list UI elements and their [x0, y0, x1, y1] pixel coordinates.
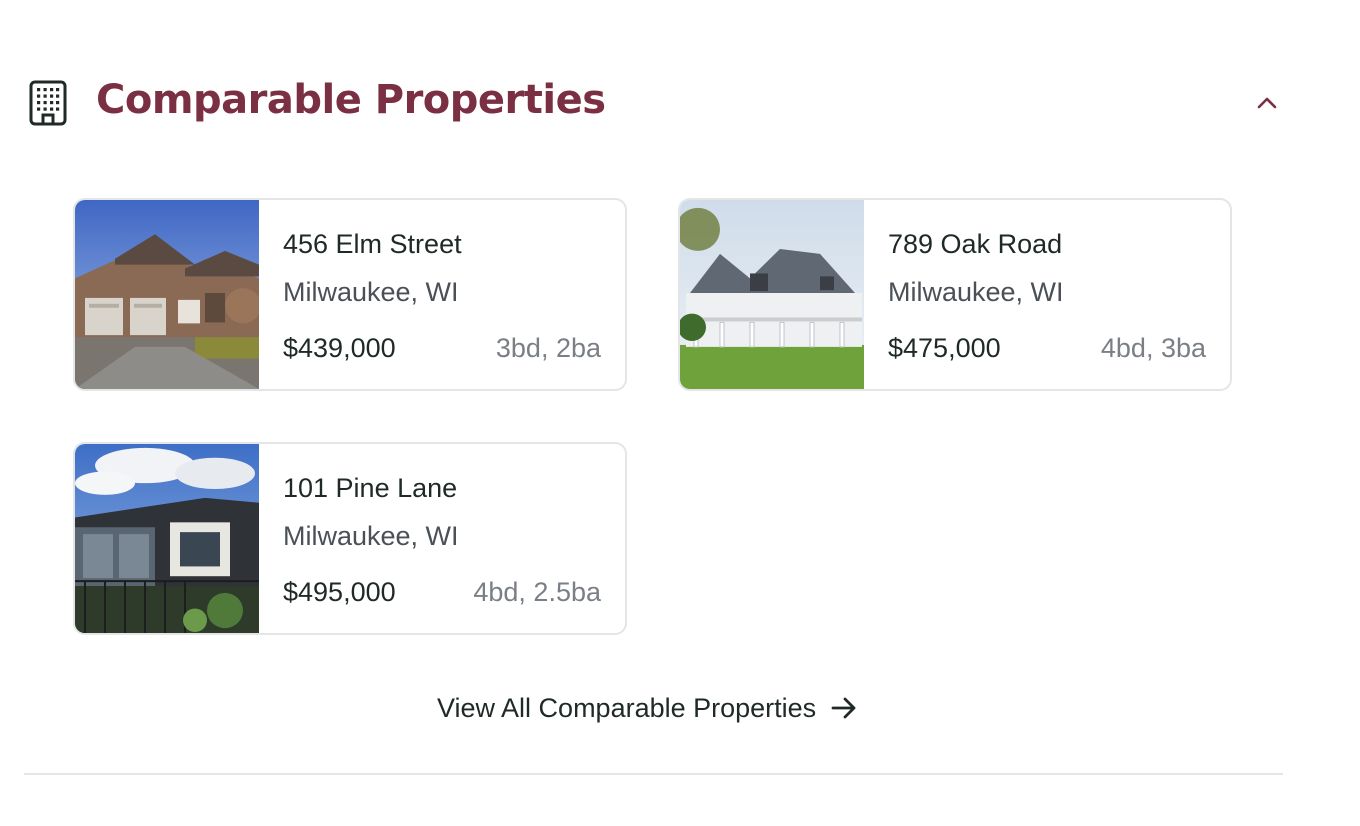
- section-divider: [24, 773, 1283, 775]
- property-beds-baths: 3bd, 2ba: [495, 333, 601, 363]
- chevron-up-icon: [1257, 97, 1277, 109]
- property-city: Milwaukee, WI: [888, 277, 1064, 307]
- property-price: $439,000: [283, 333, 396, 363]
- property-city: Milwaukee, WI: [283, 277, 459, 307]
- section-title: Comparable Properties: [96, 77, 606, 123]
- property-address: 789 Oak Road: [888, 229, 1063, 259]
- property-address: 456 Elm Street: [283, 229, 462, 259]
- property-price: $495,000: [283, 577, 396, 607]
- arrow-right-icon: [831, 697, 856, 719]
- stone-house-photo: [75, 200, 259, 389]
- property-card[interactable]: 101 Pine Lane Milwaukee, WI $495,000 4bd…: [73, 442, 627, 635]
- collapse-button[interactable]: [1250, 86, 1284, 120]
- property-beds-baths: 4bd, 2.5ba: [473, 577, 601, 607]
- property-price: $475,000: [888, 333, 1001, 363]
- section-header: Comparable Properties: [24, 72, 1283, 132]
- property-beds-baths: 4bd, 3ba: [1100, 333, 1206, 363]
- view-all-label: View All Comparable Properties: [437, 693, 817, 723]
- modern-house-photo: [75, 444, 259, 633]
- white-porch-house-photo: [680, 200, 864, 389]
- view-all-comparables-link[interactable]: View All Comparable Properties: [437, 688, 858, 728]
- property-address: 101 Pine Lane: [283, 473, 458, 503]
- building-icon: [29, 80, 67, 126]
- property-city: Milwaukee, WI: [283, 521, 459, 551]
- property-card[interactable]: 456 Elm Street Milwaukee, WI $439,000 3b…: [73, 198, 627, 391]
- property-card[interactable]: 789 Oak Road Milwaukee, WI $475,000 4bd,…: [678, 198, 1232, 391]
